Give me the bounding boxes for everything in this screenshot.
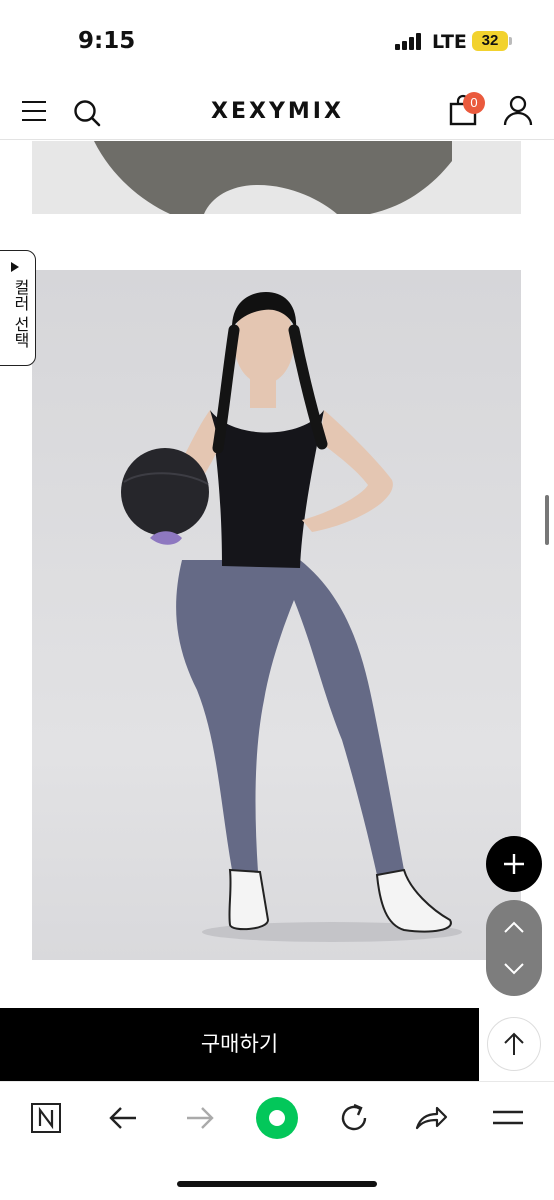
product-image-top (32, 141, 521, 214)
status-bar: 9:15 LTE 32 (0, 0, 554, 84)
site-logo[interactable]: XEXYMIX (211, 99, 344, 124)
color-select-tab[interactable]: 컬러 선택 (0, 250, 36, 366)
signal-icon (395, 32, 423, 50)
color-select-label: 컬러 선택 (11, 279, 30, 349)
battery-icon: 32 (472, 31, 508, 51)
arrow-right-icon[interactable] (180, 1098, 220, 1138)
leggings-crop-illustration (32, 141, 521, 214)
chevron-down-icon[interactable] (486, 948, 542, 996)
purchase-button[interactable]: 구매하기 (0, 1008, 479, 1081)
site-header: XEXYMIX 0 (0, 84, 554, 140)
battery-tip (509, 37, 512, 45)
hamburger-icon[interactable] (22, 101, 46, 121)
naver-n-icon[interactable] (26, 1098, 66, 1138)
menu-icon[interactable] (488, 1098, 528, 1138)
network-type: LTE (432, 31, 467, 53)
plus-button[interactable] (486, 836, 542, 892)
plus-icon (504, 854, 524, 874)
cart-count-badge: 0 (463, 92, 485, 114)
chevron-up-icon[interactable] (486, 900, 542, 948)
product-image-main (32, 270, 521, 960)
status-time: 9:15 (78, 28, 136, 54)
scroll-top-area (479, 1008, 554, 1081)
search-icon[interactable] (72, 98, 102, 128)
scroll-top-button[interactable] (487, 1017, 541, 1071)
scroll-nav-buttons (486, 900, 542, 996)
share-icon[interactable] (411, 1098, 451, 1138)
green-dot-icon[interactable] (255, 1096, 299, 1140)
model-illustration (32, 270, 521, 960)
home-indicator[interactable] (177, 1181, 377, 1187)
arrow-left-icon[interactable] (103, 1098, 143, 1138)
refresh-icon[interactable] (334, 1098, 374, 1138)
arrow-up-icon (504, 1032, 524, 1055)
scrollbar[interactable] (545, 495, 549, 545)
play-arrow-icon (11, 262, 19, 272)
purchase-bar: 구매하기 (0, 1008, 554, 1081)
user-icon[interactable] (503, 95, 533, 127)
